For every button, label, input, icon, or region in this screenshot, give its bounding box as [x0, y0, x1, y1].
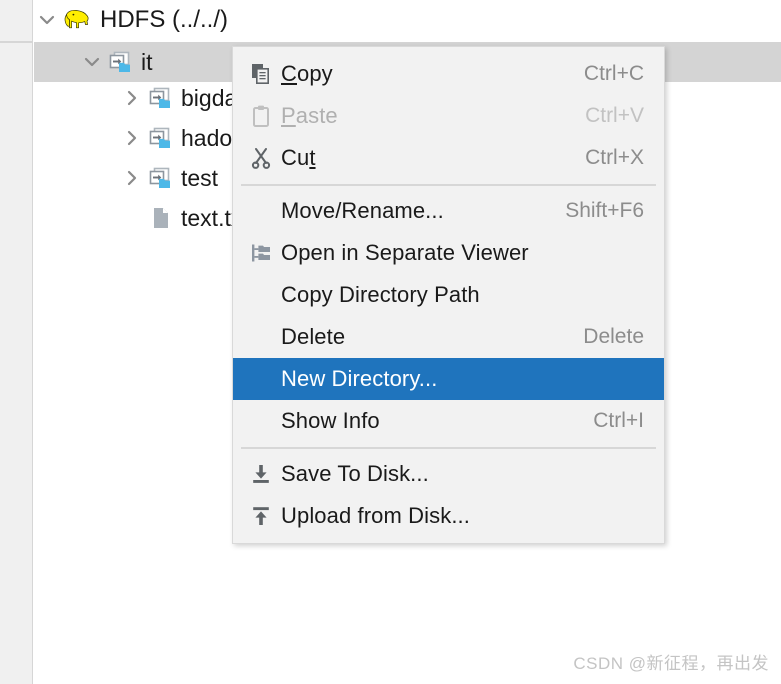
menu-item-show-info[interactable]: Show Info Ctrl+I	[233, 400, 664, 442]
menu-item-label-copy-directory-path: Copy Directory Path	[281, 282, 480, 307]
menu-item-upload-from-disk[interactable]: Upload from Disk...	[233, 495, 664, 537]
file-icon	[145, 198, 175, 238]
menu-item-cut[interactable]: Cut Ctrl+X	[233, 137, 664, 179]
csdn-watermark: CSDN @新征程，再出发	[573, 654, 769, 673]
menu-item-label-open-in-separate-viewer: Open in Separate Viewer	[281, 240, 529, 265]
menu-item-shortcut-paste: Ctrl+V	[585, 104, 644, 127]
menu-item-label-new-directory: New Directory...	[281, 366, 438, 391]
menu-item-shortcut-show-info: Ctrl+I	[593, 409, 644, 432]
tree-row-root[interactable]: HDFS (../../)	[34, 0, 781, 40]
menu-item-shortcut-copy: Ctrl+C	[583, 62, 644, 85]
menu-item-label-save-to-disk: Save To Disk...	[281, 461, 429, 486]
remote-folder-icon	[105, 42, 135, 82]
empty-icon-slot	[241, 358, 281, 400]
chevron-right-icon[interactable]	[119, 118, 145, 158]
menu-item-label-paste: Paste	[281, 103, 338, 128]
chevron-right-icon[interactable]	[119, 158, 145, 198]
menu-item-label-show-info: Show Info	[281, 408, 380, 433]
left-gutter	[0, 0, 33, 684]
separate-viewer-icon	[241, 232, 281, 274]
upload-icon	[241, 495, 281, 537]
menu-item-label-delete: Delete	[281, 324, 346, 349]
chevron-down-icon[interactable]	[34, 0, 60, 40]
menu-item-copy[interactable]: Copy Ctrl+C	[233, 53, 664, 95]
menu-item-shortcut-delete: Delete	[583, 325, 644, 348]
menu-item-move-rename[interactable]: Move/Rename... Shift+F6	[233, 190, 664, 232]
cut-icon	[241, 137, 281, 179]
menu-separator-2	[233, 442, 664, 453]
empty-icon-slot	[241, 400, 281, 442]
menu-item-open-in-separate-viewer[interactable]: Open in Separate Viewer	[233, 232, 664, 274]
empty-icon-slot	[241, 274, 281, 316]
chevron-down-icon[interactable]	[79, 42, 105, 82]
menu-item-delete[interactable]: Delete Delete	[233, 316, 664, 358]
paste-icon	[241, 95, 281, 137]
gutter-divider	[0, 41, 33, 43]
menu-item-new-directory[interactable]: New Directory...	[233, 358, 664, 400]
menu-item-shortcut-move-rename: Shift+F6	[565, 199, 644, 222]
menu-item-label-copy: Copy	[281, 61, 333, 86]
menu-item-label-upload-from-disk: Upload from Disk...	[281, 503, 470, 528]
menu-item-paste[interactable]: Paste Ctrl+V	[233, 95, 664, 137]
menu-item-label-cut: Cut	[281, 145, 316, 170]
chevron-right-icon[interactable]	[119, 78, 145, 118]
remote-folder-icon	[145, 78, 175, 118]
empty-icon-slot	[241, 316, 281, 358]
copy-icon	[241, 53, 281, 95]
remote-folder-icon	[145, 158, 175, 198]
empty-icon-slot	[241, 190, 281, 232]
tree-item-label-it: it	[141, 48, 153, 75]
hadoop-elephant-icon	[60, 0, 94, 40]
remote-folder-icon	[145, 118, 175, 158]
menu-separator-1	[233, 179, 664, 190]
download-icon	[241, 453, 281, 495]
menu-item-copy-directory-path[interactable]: Copy Directory Path	[233, 274, 664, 316]
context-menu[interactable]: Copy Ctrl+C Paste Ctrl+V Cut Ctrl+X Move…	[232, 46, 665, 544]
menu-item-label-move-rename: Move/Rename...	[281, 198, 444, 223]
menu-item-save-to-disk[interactable]: Save To Disk...	[233, 453, 664, 495]
menu-item-shortcut-cut: Ctrl+X	[585, 146, 644, 169]
tree-root-label: HDFS (../../)	[100, 6, 228, 33]
tree-item-label-test: test	[181, 164, 219, 191]
